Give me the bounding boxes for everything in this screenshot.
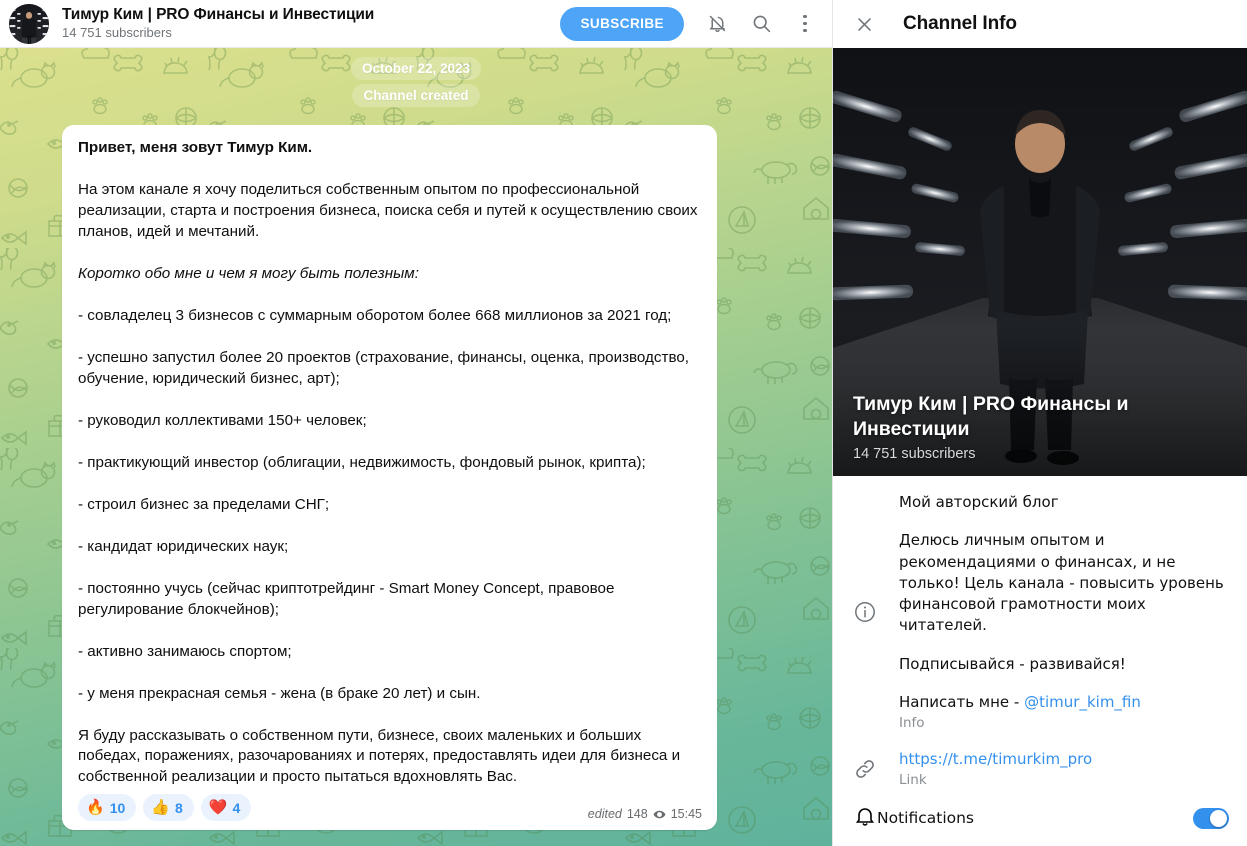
more-vertical-icon[interactable] [786,5,824,43]
thumbs-up-icon: 👍 [151,799,170,817]
fire-icon: 🔥 [86,799,105,817]
close-icon[interactable] [851,11,877,37]
eye-icon [653,808,666,821]
message-paragraph: - у меня прекрасная семья - жена (в брак… [78,684,481,702]
chat-header: Тимур Ким | PRO Финансы и Инвестиции 14 … [0,0,832,48]
chat-column: Тимур Ким | PRO Финансы и Инвестиции 14 … [0,0,832,846]
message-paragraph: Я буду рассказывать о собственном пути, … [78,726,681,786]
info-circle-icon [853,492,899,731]
service-messages: October 22, 2023 Channel created [0,48,832,111]
channel-cover-photo[interactable]: Тимур Ким | PRO Финансы и Инвестиции 14 … [833,48,1247,476]
channel-info-panel: Channel Info Тимур Ким | PRO Финансы и И… [832,0,1247,846]
chat-scroll-area[interactable]: October 22, 2023 Channel created Привет,… [0,48,832,846]
message-paragraph: - успешно запустил более 20 проектов (ст… [78,348,690,387]
bio-spacer [899,675,1229,692]
info-panel-header: Channel Info [833,0,1247,48]
avatar-image [9,3,49,44]
channel-subscribers: 14 751 subscribers [62,24,172,40]
date-badge[interactable]: October 22, 2023 [350,57,482,80]
message-paragraph: - активно занимаюсь спортом; [78,642,292,660]
message-paragraph: - совладелец 3 бизнесов с суммарным обор… [78,306,672,324]
cover-subscribers: 14 751 subscribers [853,446,976,462]
message-paragraph: - руководил коллективами 150+ человек; [78,411,367,429]
info-panel-title: Channel Info [903,13,1017,34]
reaction-count: 8 [174,799,183,816]
message-bubble[interactable]: Привет, меня зовут Тимур Ким. На этом ка… [62,125,717,831]
bell-icon [853,804,877,832]
message-paragraph: - практикующий инвестор (облигации, недв… [78,453,646,471]
info-rows: Мой авторский блог Делюсь личным опытом … [833,476,1247,846]
bio-spacer [899,637,1229,654]
reaction-heart[interactable]: ❤️ 4 [200,794,252,822]
info-bio-row[interactable]: Мой авторский блог Делюсь личным опытом … [833,482,1247,739]
reaction-fire[interactable]: 🔥 10 [78,794,137,822]
message-paragraph: - кандидат юридических наук; [78,537,289,555]
bio-contact-prefix: Написать мне - [899,693,1025,712]
search-icon[interactable] [742,5,780,43]
chat-body: October 22, 2023 Channel created Привет,… [0,48,832,846]
reaction-count: 10 [109,799,126,816]
message-paragraph: На этом канале я хочу поделиться собстве… [78,180,698,240]
channel-link[interactable]: https://t.me/timurkim_pro [899,749,1229,770]
avatar[interactable] [9,3,49,44]
info-link-row[interactable]: https://t.me/timurkim_pro Link [833,739,1247,796]
info-label: Info [899,715,925,732]
channel-title: Тимур Ким | PRO Финансы и Инвестиции [62,6,375,24]
message-paragraph: Коротко обо мне и чем я могу быть полезн… [78,264,419,282]
toggle-knob [1210,809,1227,827]
bio-line-2: Делюсь личным опытом и рекомендациями о … [899,531,1224,635]
link-icon [853,749,899,788]
info-link-content: https://t.me/timurkim_pro Link [899,749,1229,788]
message-paragraph: - строил бизнес за пределами СНГ; [78,495,330,513]
message-time: 15:45 [670,807,702,822]
bio-line-3: Подписывайся - развивайся! [899,654,1126,673]
notifications-label: Notifications [877,809,975,828]
message-paragraph: - постоянно учусь (сейчас криптотрейдинг… [78,579,615,618]
notifications-toggle[interactable] [1193,807,1229,829]
cover-channel-title: Тимур Ким | PRO Финансы и Инвестиции [853,393,1129,440]
reaction-thumbs-up[interactable]: 👍 8 [143,794,194,822]
subscribe-button[interactable]: SUBSCRIBE [560,6,684,41]
message-paragraph: Привет, меня зовут Тимур Ким. [78,139,313,156]
bio-username-link[interactable]: @timur_kim_fin [1024,693,1141,711]
telegram-window: Тимур Ким | PRO Финансы и Инвестиции 14 … [0,0,1247,846]
message-meta: edited 148 15:45 [588,807,702,821]
notifications-row[interactable]: Notifications [833,796,1247,840]
bio-line-4: Написать мне - @timur_kim_fin [899,692,1229,713]
bell-muted-icon[interactable] [698,5,736,43]
reaction-count: 4 [232,799,241,816]
info-bio-content: Мой авторский блог Делюсь личным опытом … [899,492,1229,731]
bio-line-1: Мой авторский блог [899,493,1059,511]
view-count: 148 [626,807,648,822]
link-label: Link [899,772,927,789]
heart-icon: ❤️ [208,799,228,817]
bio-spacer [899,513,1229,530]
more-dots [803,14,807,33]
channel-created-badge: Channel created [352,84,480,107]
cover-text: Тимур Ким | PRO Финансы и Инвестиции 14 … [853,392,1232,462]
edited-label: edited [587,807,622,822]
header-titles: Тимур Ким | PRO Финансы и Инвестиции 14 … [62,6,560,41]
